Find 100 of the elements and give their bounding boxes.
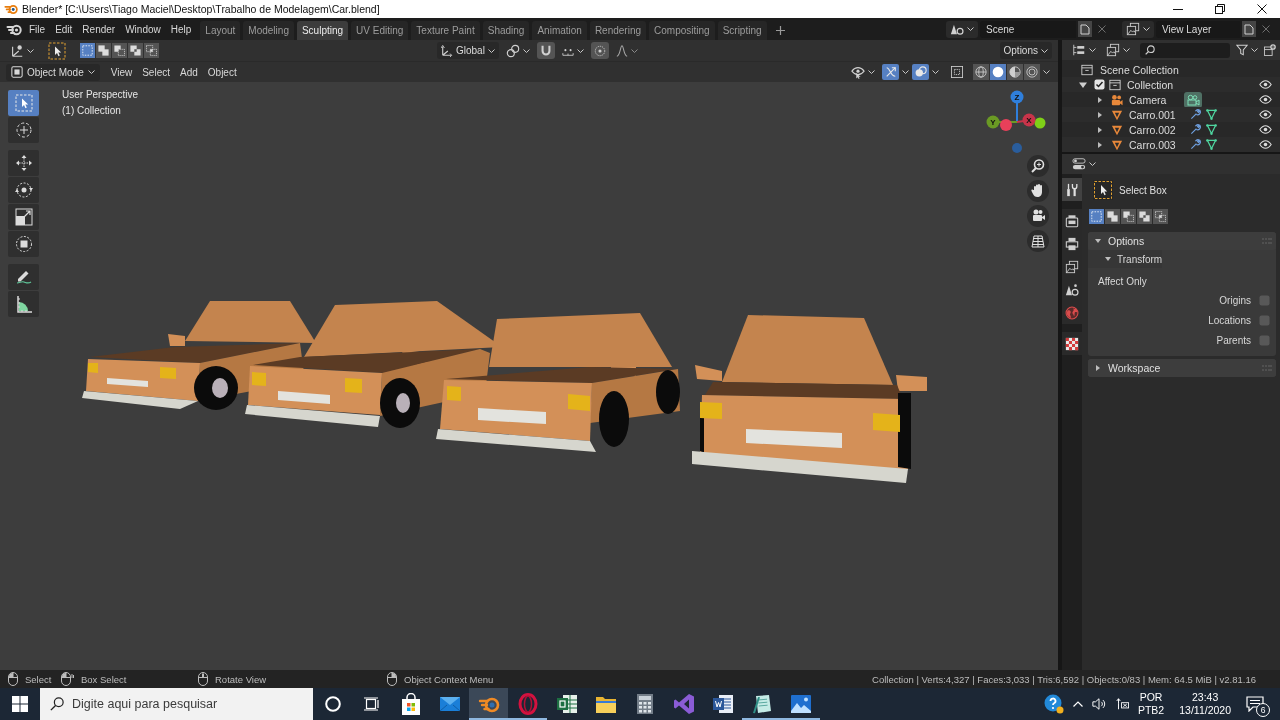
tool-button[interactable] [8,264,39,290]
scene-name-field[interactable]: Scene [980,20,1076,38]
new-collection-icon[interactable] [1264,44,1276,56]
four-panes-icon[interactable] [12,696,28,712]
eye-icon[interactable] [1259,110,1272,119]
blender-logo-icon[interactable] [6,22,22,36]
grid-icon[interactable] [1027,230,1049,252]
overlays-toggle[interactable] [912,64,929,80]
clock[interactable]: 23:43 13/11/2020 [1179,691,1231,717]
zoom-icon[interactable] [1027,155,1049,177]
workspace-tab[interactable]: Shading [482,21,530,40]
disclosure-triangle-icon[interactable] [1097,111,1103,118]
workspace-tab[interactable]: UV Editing [351,21,409,40]
search-field[interactable]: Digite aqui para pesquisar [40,688,313,720]
selection-mode-button[interactable] [96,43,111,58]
checkbox[interactable] [1259,334,1270,346]
shading-mode-button[interactable] [973,64,989,80]
menu-item[interactable]: Help [165,20,197,38]
wrench-icon[interactable] [1189,124,1201,135]
gizmo-toggle[interactable] [882,64,899,80]
ring-icon[interactable] [324,696,341,712]
panel-header[interactable]: Workspace [1088,359,1276,377]
tool-button[interactable] [8,231,39,257]
workspace-tab[interactable]: Rendering [589,21,647,40]
selection-mode-button[interactable] [1137,209,1152,224]
workspace-tab[interactable]: Scripting [717,21,767,40]
selection-mode-button[interactable] [144,43,159,58]
eye-icon[interactable] [1259,80,1272,89]
workspace-tab[interactable]: Texture Paint [411,21,480,40]
task-view-icon[interactable] [363,696,380,712]
checkbox[interactable] [1094,79,1105,90]
outliner-item[interactable]: Collection [1062,77,1280,92]
axis-handle[interactable]: X [1022,113,1036,127]
restore-icon[interactable] [1215,4,1225,14]
mesh-data-icon[interactable] [1205,139,1217,150]
menu-item[interactable]: Render [77,20,121,38]
caret-icon[interactable] [932,70,939,74]
eye-icon[interactable] [1259,125,1272,134]
shading-mode-button[interactable] [1024,64,1040,80]
subpanel-header[interactable]: Transform [1088,250,1163,268]
axis-handle[interactable] [1012,143,1022,153]
tool-button[interactable] [8,150,39,176]
chevron-up-icon[interactable] [1072,701,1083,707]
copy-icon[interactable] [1242,21,1256,37]
proportional-editing-toggle[interactable] [590,42,609,59]
mesh-data-icon[interactable] [1205,124,1217,135]
caret-icon[interactable] [1043,70,1050,74]
tool-button[interactable] [8,291,39,317]
checkbox[interactable] [1259,294,1270,306]
selection-mode-button[interactable] [1153,209,1168,224]
menu-item[interactable]: Select [137,63,175,81]
panel-header[interactable]: Options [1088,232,1276,250]
shading-mode-button[interactable] [990,64,1006,80]
help-icon[interactable] [1043,694,1064,714]
wrench-icon[interactable] [1189,139,1201,150]
xray-toggle[interactable] [948,64,965,80]
workspace-tab[interactable]: Modeling [243,21,294,40]
eye-icon[interactable] [1259,95,1272,104]
options-dropdown[interactable]: Options [999,42,1052,59]
outliner-item[interactable]: Carro.003 [1062,137,1280,152]
snap-toggle[interactable] [536,42,555,59]
caret-icon[interactable] [902,70,909,74]
close-icon[interactable] [1257,4,1267,14]
message-icon[interactable] [1246,696,1264,712]
selection-mode-button[interactable] [128,43,143,58]
menu-item[interactable]: Object [202,63,242,81]
tool-button[interactable] [8,177,39,203]
disclosure-triangle-icon[interactable] [1097,126,1103,133]
hand-icon[interactable] [1027,180,1049,202]
menu-item[interactable]: Window [120,20,166,38]
eye-icon[interactable] [1259,140,1272,149]
copy-icon[interactable] [1078,21,1092,37]
axis-handle[interactable]: Z [1010,90,1024,104]
workspace-tab[interactable]: Animation [532,21,587,40]
select-box-icon[interactable] [48,41,66,60]
selection-mode-button[interactable] [1105,209,1120,224]
outliner-item[interactable]: Carro.001 [1062,107,1280,122]
view-layer-selector[interactable] [1122,20,1154,38]
disclosure-triangle-icon[interactable] [1097,141,1103,148]
menu-item[interactable]: View [105,63,138,81]
minimize-icon[interactable] [1173,8,1183,10]
disclosure-triangle-icon[interactable] [1097,96,1103,103]
axis-handle[interactable] [1034,117,1046,129]
axis-handle[interactable] [1000,119,1012,131]
menu-item[interactable]: Add [175,63,203,81]
workspace-tab[interactable]: Sculpting [296,21,349,40]
checkbox[interactable] [1259,314,1270,326]
camera-icon[interactable] [1027,205,1049,227]
search-field[interactable] [1140,42,1230,58]
tool-button[interactable] [8,204,39,230]
orientation-dropdown[interactable]: Global [437,42,499,59]
properties-tab[interactable] [1062,178,1082,201]
mode-dropdown[interactable]: Object Mode [6,63,100,81]
menu-item[interactable]: Edit [50,20,78,38]
wrench-icon[interactable] [1189,109,1201,120]
workspace-tab[interactable]: Compositing [649,21,715,40]
axis-handle[interactable]: Y [986,115,1000,129]
speaker-icon[interactable] [1091,697,1106,711]
properties-tab[interactable] [1062,332,1082,355]
scene-selector[interactable] [946,20,978,38]
